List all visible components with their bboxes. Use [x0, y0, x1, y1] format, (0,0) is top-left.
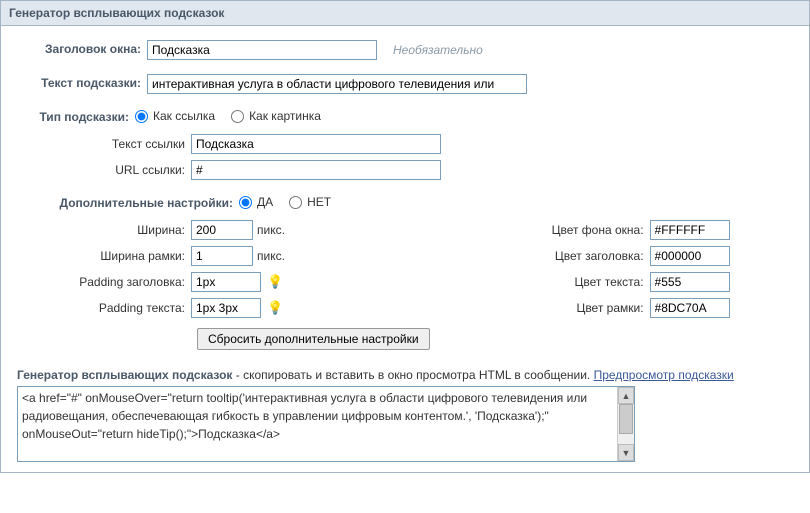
- scroll-down-icon[interactable]: ▼: [618, 444, 634, 461]
- tip-type-label: Тип подсказки:: [17, 108, 135, 124]
- bulb-icon[interactable]: 💡: [267, 274, 283, 290]
- bg-color-input[interactable]: [650, 220, 730, 240]
- link-text-label: Текст ссылки: [17, 137, 191, 151]
- link-url-input[interactable]: [191, 160, 441, 180]
- row-window-title: Заголовок окна: Необязательно: [17, 40, 793, 60]
- tip-type-radio-link[interactable]: [135, 110, 148, 123]
- window-title-input[interactable]: [147, 40, 377, 60]
- text-color-input[interactable]: [650, 272, 730, 292]
- scroll-thumb[interactable]: [619, 404, 633, 434]
- scrollbar[interactable]: ▲ ▼: [617, 387, 634, 461]
- preview-link[interactable]: Предпросмотр подсказки: [594, 368, 734, 382]
- link-sub-block: Текст ссылки URL ссылки:: [17, 134, 793, 180]
- scroll-up-icon[interactable]: ▲: [618, 387, 634, 404]
- optional-hint: Необязательно: [393, 43, 483, 57]
- row-tip-type: Тип подсказки: Как ссылка Как картинка: [17, 108, 793, 124]
- pad-text-input[interactable]: [191, 298, 261, 318]
- width-unit: пикс.: [257, 223, 285, 237]
- output-caption-bold: Генератор всплывающих подсказок: [17, 368, 232, 382]
- link-text-input[interactable]: [191, 134, 441, 154]
- extra-no-label: НЕТ: [307, 195, 331, 209]
- border-width-input[interactable]: [191, 246, 253, 266]
- tip-type-image-label: Как картинка: [249, 109, 321, 123]
- row-tooltip-text: Текст подсказки:: [17, 74, 793, 94]
- reset-settings-button[interactable]: Сбросить дополнительные настройки: [197, 328, 430, 350]
- output-caption: Генератор всплывающих подсказок - скопир…: [17, 368, 793, 382]
- text-color-label: Цвет текста:: [510, 275, 650, 289]
- code-output[interactable]: <a href="#" onMouseOver="return tooltip(…: [18, 387, 634, 461]
- title-color-input[interactable]: [650, 246, 730, 266]
- pad-head-input[interactable]: [191, 272, 261, 292]
- pad-text-label: Padding текста:: [17, 301, 191, 315]
- tooltip-text-input[interactable]: [147, 74, 527, 94]
- output-block: Генератор всплывающих подсказок - скопир…: [17, 368, 793, 462]
- extra-yes-label: ДА: [257, 195, 273, 209]
- row-extra-settings: Дополнительные настройки: ДА НЕТ: [17, 194, 793, 210]
- settings-grid: Ширина: пикс. Ширина рамки: пикс. Paddin…: [17, 220, 793, 350]
- bg-color-label: Цвет фона окна:: [510, 223, 650, 237]
- border-color-input[interactable]: [650, 298, 730, 318]
- width-input[interactable]: [191, 220, 253, 240]
- border-width-unit: пикс.: [257, 249, 285, 263]
- code-output-wrap: <a href="#" onMouseOver="return tooltip(…: [17, 386, 635, 462]
- bulb-icon[interactable]: 💡: [267, 300, 283, 316]
- extra-radio-yes[interactable]: [239, 196, 252, 209]
- border-color-label: Цвет рамки:: [510, 301, 650, 315]
- output-caption-rest: - скопировать и вставить в окно просмотр…: [232, 368, 593, 382]
- link-url-label: URL ссылки:: [17, 163, 191, 177]
- tip-type-radio-image[interactable]: [231, 110, 244, 123]
- tip-type-link-label: Как ссылка: [153, 109, 215, 123]
- title-color-label: Цвет заголовка:: [510, 249, 650, 263]
- width-label: Ширина:: [17, 223, 191, 237]
- scroll-track[interactable]: [618, 404, 634, 444]
- window-title-label: Заголовок окна:: [17, 40, 147, 56]
- tooltip-generator-panel: Генератор всплывающих подсказок Заголово…: [0, 0, 810, 473]
- pad-head-label: Padding заголовка:: [17, 275, 191, 289]
- settings-left-col: Ширина: пикс. Ширина рамки: пикс. Paddin…: [17, 220, 430, 350]
- border-width-label: Ширина рамки:: [17, 249, 191, 263]
- panel-body: Заголовок окна: Необязательно Текст подс…: [1, 26, 809, 472]
- tooltip-text-label: Текст подсказки:: [17, 74, 147, 90]
- extra-radio-no[interactable]: [289, 196, 302, 209]
- settings-right-col: Цвет фона окна: Цвет заголовка: Цвет тек…: [510, 220, 730, 350]
- panel-title: Генератор всплывающих подсказок: [1, 1, 809, 26]
- extra-settings-label: Дополнительные настройки:: [17, 194, 239, 210]
